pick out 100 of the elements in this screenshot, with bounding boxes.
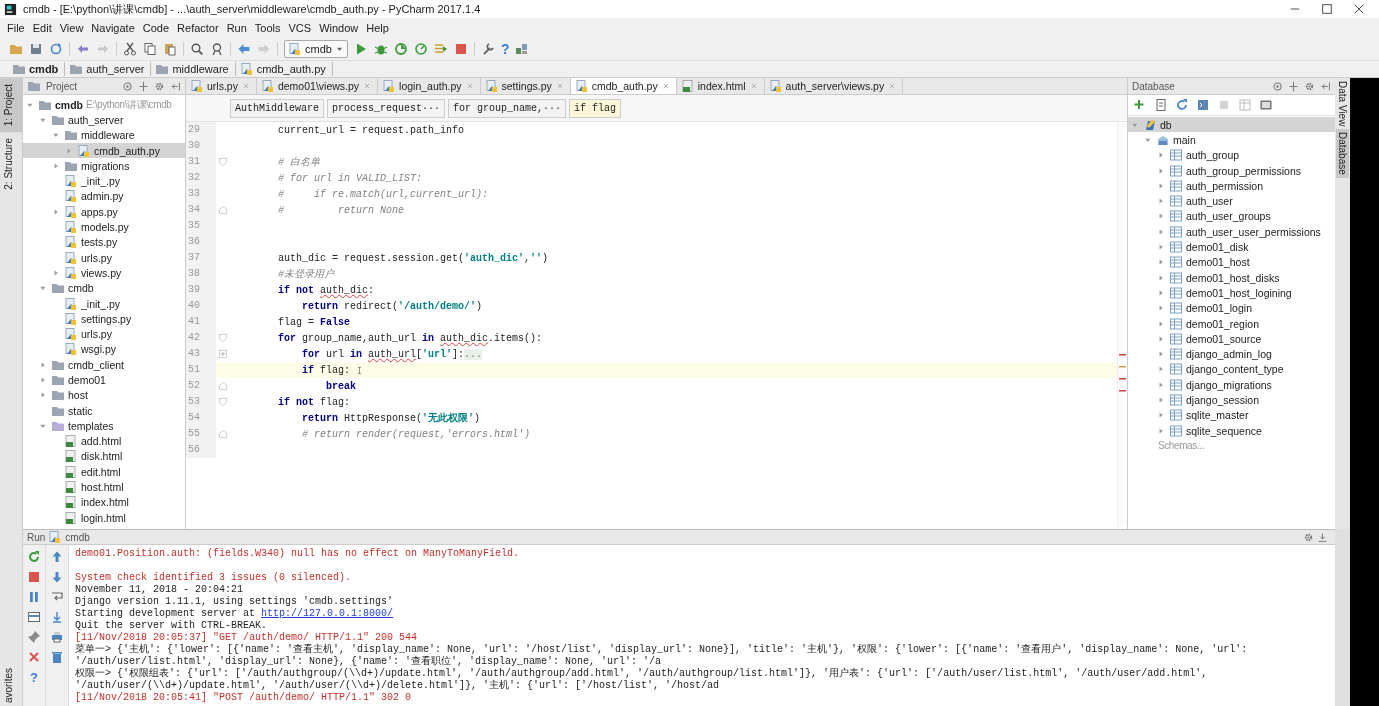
tree-item[interactable]: tests.py (23, 234, 185, 250)
tree-item[interactable]: django_admin_log (1128, 346, 1335, 362)
save-icon[interactable] (29, 42, 43, 56)
run-config-name[interactable]: cmdb (65, 531, 90, 543)
fold-expand-icon[interactable] (218, 349, 228, 359)
menu-item[interactable]: View (56, 21, 87, 35)
close-icon[interactable] (1353, 3, 1365, 15)
fold-start-icon[interactable] (218, 157, 228, 167)
menu-item[interactable]: Help (363, 21, 392, 35)
hide-icon[interactable] (1320, 80, 1331, 92)
tree-item[interactable]: settings.py (23, 311, 185, 327)
close-icon[interactable] (27, 650, 41, 664)
tree-item[interactable]: cmdb_auth.py (23, 142, 185, 159)
tree-item[interactable]: urls.py (23, 249, 185, 266)
rerun-icon[interactable] (27, 550, 41, 564)
tree-item[interactable]: auth_user_user_permissions (1128, 224, 1335, 240)
tree-item[interactable]: migrations (23, 158, 185, 174)
split-icon[interactable] (1288, 80, 1299, 92)
tree-item[interactable]: _init_.py (23, 295, 185, 312)
tree-item[interactable]: middleware (23, 127, 185, 143)
tree-item[interactable]: demo01 (23, 372, 185, 388)
nav-crumb[interactable]: cmdb (12, 62, 66, 76)
coverage-icon[interactable] (393, 42, 408, 56)
tree-item[interactable]: demo01_host_disks (1128, 269, 1335, 286)
tree-item[interactable]: db (1128, 117, 1335, 133)
fold-start-icon[interactable] (218, 397, 228, 407)
download-icon[interactable] (1317, 531, 1328, 543)
back-icon[interactable] (237, 42, 251, 56)
blocks-icon[interactable] (515, 42, 530, 56)
gear-icon[interactable] (1303, 531, 1314, 543)
editor-tab[interactable]: auth_server\views.py (764, 78, 904, 94)
tree-item[interactable]: templates (23, 418, 185, 434)
menu-item[interactable]: Refactor (174, 21, 222, 35)
tool-window-tab[interactable]: avorites (0, 662, 22, 706)
sync-icon[interactable] (49, 42, 63, 56)
tree-item[interactable]: add.html (23, 433, 185, 449)
tree-item[interactable]: cmdb (23, 280, 185, 296)
tree-item[interactable]: apps.py (23, 204, 185, 220)
pause-icon[interactable] (27, 590, 41, 604)
tree-item[interactable]: admin.py (23, 188, 185, 205)
hide-icon[interactable] (170, 80, 181, 92)
scissors-icon[interactable] (123, 42, 137, 56)
menu-item[interactable]: File (4, 21, 28, 35)
plus-icon[interactable] (1133, 98, 1147, 112)
server-link[interactable]: http://127.0.0.1:8000/ (261, 608, 394, 619)
tree-item[interactable]: index.html (23, 494, 185, 510)
breadcrumb[interactable]: for group_name,··· (448, 98, 567, 118)
tree-item[interactable]: django_migrations (1128, 377, 1335, 393)
menu-item[interactable]: Edit (29, 21, 55, 35)
editor-tab[interactable]: login_auth.py (378, 78, 481, 94)
tree-item[interactable]: urls.py (23, 326, 185, 342)
build-icon[interactable] (433, 42, 448, 56)
tree-item[interactable]: demo01_source (1128, 331, 1335, 347)
breadcrumb[interactable]: AuthMiddleware (230, 98, 324, 118)
tree-item[interactable]: auth_user_groups (1128, 208, 1335, 225)
image-icon[interactable] (1259, 98, 1273, 112)
tree-item[interactable]: _init_.py (23, 173, 185, 189)
tool-window-tab[interactable]: 1: Project (0, 78, 22, 133)
tree-item[interactable]: demo01_host (1128, 254, 1335, 270)
tree-item[interactable]: auth_server (23, 112, 185, 128)
up-arrow-icon[interactable] (50, 550, 64, 564)
tree-item[interactable]: demo01_region (1128, 315, 1335, 332)
menu-item[interactable]: VCS (285, 21, 315, 35)
tree-item[interactable]: models.py (23, 219, 185, 235)
tree-item[interactable]: disk.html (23, 448, 185, 465)
tree-item[interactable]: auth_group (1128, 147, 1335, 163)
panel-title[interactable]: Project (46, 80, 78, 92)
tree-item[interactable]: auth_user (1128, 193, 1335, 209)
tree-item[interactable]: host (23, 387, 185, 403)
menu-item[interactable]: Navigate (88, 21, 138, 35)
editor-tab[interactable]: cmdb_auth.py (570, 78, 677, 94)
tree-item[interactable]: auth_group_permissions (1128, 162, 1335, 179)
menu-item[interactable]: Run (223, 21, 250, 35)
search-icon[interactable] (190, 42, 204, 56)
stop-icon[interactable] (453, 42, 468, 56)
printer-icon[interactable] (50, 630, 64, 644)
tree-item[interactable]: django_content_type (1128, 361, 1335, 378)
split-icon[interactable] (138, 80, 149, 92)
layout-icon[interactable] (27, 610, 41, 624)
tree-item[interactable]: django_session (1128, 392, 1335, 408)
fold-end-icon[interactable] (218, 381, 228, 391)
run-config-dropdown[interactable]: cmdb (284, 40, 348, 58)
tool-window-tab[interactable]: 2: Structure (0, 132, 22, 196)
refresh-icon[interactable] (1175, 98, 1189, 112)
editor-tab[interactable]: settings.py (480, 78, 571, 94)
target-icon[interactable] (122, 80, 133, 92)
gauge-icon[interactable] (413, 42, 428, 56)
scrollbar[interactable] (1335, 529, 1350, 706)
tree-item[interactable]: login.html (23, 510, 185, 526)
console-icon[interactable] (1196, 98, 1210, 112)
properties-icon[interactable] (1154, 98, 1168, 112)
stop-icon[interactable] (27, 570, 41, 584)
tree-item[interactable]: demo01_disk (1128, 239, 1335, 255)
square-icon[interactable] (1217, 98, 1231, 112)
copy-icon[interactable] (143, 42, 157, 56)
fold-end-icon[interactable] (218, 429, 228, 439)
breadcrumb[interactable]: if flag (569, 98, 622, 118)
tree-item[interactable]: static (23, 402, 185, 419)
tree-item[interactable]: edit.html (23, 464, 185, 480)
trash-icon[interactable] (50, 650, 64, 664)
